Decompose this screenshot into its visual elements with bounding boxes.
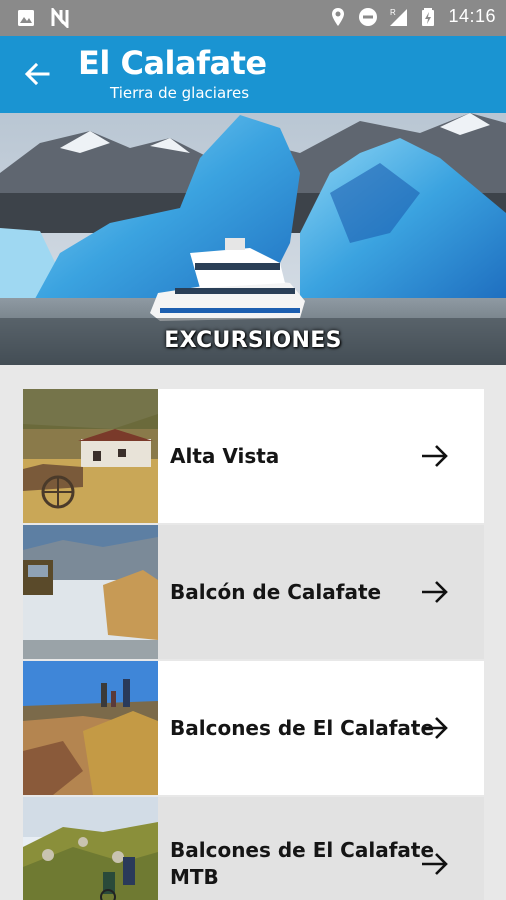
clock: 14:16 (448, 6, 496, 26)
app-subtitle: Tierra de glaciares (110, 84, 250, 102)
item-label-line1: Balcones de El Calafate (170, 838, 435, 862)
item-label-balcon-de-calafate: Balcón de Calafate (170, 580, 382, 604)
thumbnail-balcones-de-el-calafate-mtb (23, 797, 158, 900)
back-arrow-icon[interactable] (18, 56, 58, 92)
battery-charging-icon (422, 7, 435, 26)
hero-banner: EXCURSIONES (0, 113, 506, 365)
signal-roaming-icon: R (390, 8, 408, 26)
arrow-right-icon[interactable] (420, 442, 450, 470)
status-bar: R 14:16 (0, 0, 506, 36)
app-title: El Calafate (78, 44, 267, 82)
thumbnail-alta-vista (23, 389, 158, 523)
arrow-right-icon[interactable] (420, 578, 450, 606)
image-icon (18, 10, 34, 26)
thumbnail-balcon-de-calafate (23, 525, 158, 659)
item-label-balcones-de-el-calafate-mtb: Balcones de El Calafate MTB (170, 837, 434, 891)
list-item-alta-vista[interactable]: Alta Vista (23, 389, 484, 523)
item-label-alta-vista: Alta Vista (170, 444, 280, 468)
app-bar: El Calafate Tierra de glaciares (0, 36, 506, 113)
location-icon (332, 7, 345, 26)
thumbnail-balcones-de-el-calafate (23, 661, 158, 795)
n-badge-icon (51, 8, 69, 28)
arrow-right-icon[interactable] (420, 714, 450, 742)
do-not-disturb-icon (359, 7, 378, 26)
arrow-right-icon[interactable] (420, 850, 450, 878)
list-item-balcones-de-el-calafate-mtb[interactable]: Balcones de El Calafate MTB (23, 797, 484, 900)
svg-text:R: R (390, 8, 396, 17)
item-label-balcones-de-el-calafate: Balcones de El Calafate (170, 716, 435, 740)
excursion-list: Alta Vista Balcón de Calafate Balcones d… (23, 389, 484, 900)
list-item-balcon-de-calafate[interactable]: Balcón de Calafate (23, 525, 484, 659)
item-label-line2: MTB (170, 865, 219, 889)
list-item-balcones-de-el-calafate[interactable]: Balcones de El Calafate (23, 661, 484, 795)
hero-title: EXCURSIONES (164, 328, 342, 353)
